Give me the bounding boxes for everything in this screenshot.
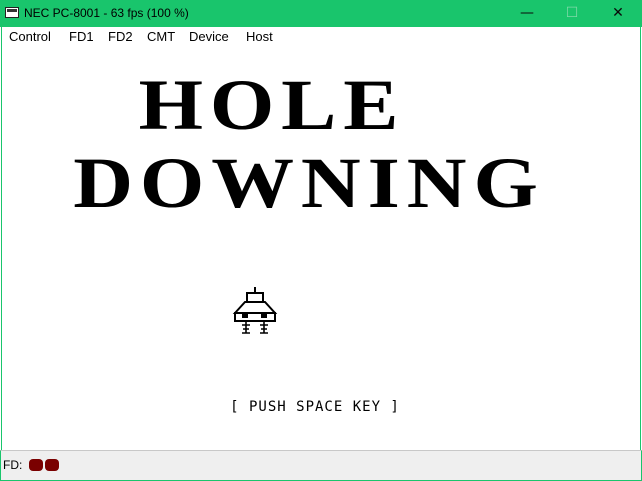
title-bar[interactable]: NEC PC-8001 - 63 fps (100 %) — ☐ ✕ (0, 0, 642, 27)
app-icon[interactable] (5, 7, 19, 18)
menu-control[interactable]: Control (9, 28, 51, 45)
status-bar: FD: (0, 450, 642, 481)
menu-device[interactable]: Device (189, 28, 229, 45)
minimize-button[interactable]: — (505, 0, 549, 27)
fd-status-label: FD: (3, 458, 23, 472)
menu-fd2[interactable]: FD2 (108, 28, 133, 45)
maximize-button[interactable]: ☐ (550, 0, 594, 27)
fd1-led-icon (29, 459, 43, 471)
menu-fd1[interactable]: FD1 (69, 28, 94, 45)
fd2-led-icon (45, 459, 59, 471)
emulator-screen[interactable]: HOLE DOWNING [ PUSH SPACE KEY ] (1, 47, 641, 450)
push-space-prompt: [ PUSH SPACE KEY ] (230, 399, 400, 415)
menu-bar: Control FD1 FD2 CMT Device Host (1, 27, 641, 47)
menu-cmt[interactable]: CMT (147, 28, 175, 45)
close-button[interactable]: ✕ (596, 0, 640, 27)
menu-host[interactable]: Host (246, 28, 273, 45)
game-title-line-2: DOWNING (73, 143, 545, 223)
spaceship-icon (232, 287, 278, 334)
window-title: NEC PC-8001 - 63 fps (100 %) (24, 6, 189, 20)
game-title-line-1: HOLE (138, 65, 406, 145)
